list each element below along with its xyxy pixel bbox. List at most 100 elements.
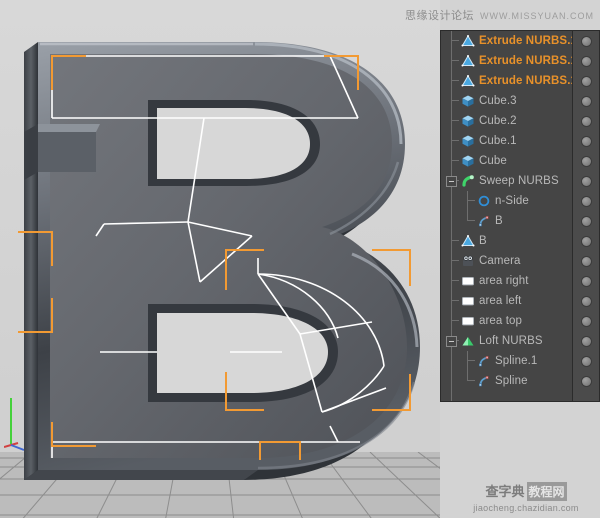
visibility-dot-icon[interactable] xyxy=(582,257,591,266)
object-row-label: n-Side xyxy=(495,195,529,207)
object-row-cube[interactable]: Cube xyxy=(441,151,572,171)
3d-viewport[interactable] xyxy=(0,0,440,518)
visibility-toggle-dot[interactable] xyxy=(573,71,599,91)
object-row-extrude-nurbs-1[interactable]: Extrude NURBS.1 xyxy=(441,31,572,51)
visibility-toggle-dot[interactable] xyxy=(573,91,599,111)
camera-icon xyxy=(461,254,475,268)
object-row-label: Camera xyxy=(479,255,521,267)
visibility-toggle-dot[interactable] xyxy=(573,151,599,171)
visibility-toggle-dot[interactable] xyxy=(573,231,599,251)
area-light-icon xyxy=(461,274,475,288)
visibility-dot-icon[interactable] xyxy=(582,357,591,366)
visibility-toggle-dot[interactable] xyxy=(573,51,599,71)
visibility-dot-icon[interactable] xyxy=(582,77,591,86)
cube-icon xyxy=(461,154,475,168)
object-manager-panel[interactable]: Extrude NURBS.1 Extrude NURBS.1 Extrude NU… xyxy=(440,30,600,402)
object-row-area-left[interactable]: area left xyxy=(441,291,572,311)
object-row-label: Extrude NURBS.1 xyxy=(479,35,572,47)
visibility-dot-icon[interactable] xyxy=(582,277,591,286)
object-row-label: Cube.3 xyxy=(479,95,517,107)
application-window: Extrude NURBS.1 Extrude NURBS.1 Extrude NU… xyxy=(0,0,600,518)
tree-branch-tick xyxy=(451,140,459,141)
visibility-toggle-dot[interactable] xyxy=(573,291,599,311)
watermark-bottom-brand2: 教程网 xyxy=(527,482,567,501)
object-row-label: area top xyxy=(479,315,522,327)
object-row-extrude-nurbs-1[interactable]: Extrude NURBS.1 xyxy=(441,51,572,71)
object-row-label: area left xyxy=(479,295,521,307)
object-row-label: B xyxy=(495,215,503,227)
visibility-dot-icon[interactable] xyxy=(582,297,591,306)
visibility-dot-icon[interactable] xyxy=(582,337,591,346)
letter-b-model[interactable] xyxy=(0,22,440,492)
object-row-label: Sweep NURBS xyxy=(479,175,559,187)
object-tree[interactable]: Extrude NURBS.1 Extrude NURBS.1 Extrude NU… xyxy=(441,31,572,401)
visibility-dot-icon[interactable] xyxy=(582,317,591,326)
spline-icon xyxy=(477,374,491,388)
object-row-spline[interactable]: Spline xyxy=(441,371,572,391)
watermark-bottom: 查字典 教程网 jiaocheng.chazidian.com xyxy=(456,479,596,515)
area-light-icon xyxy=(461,314,475,328)
visibility-toggle-dot[interactable] xyxy=(573,311,599,331)
tree-branch-tick xyxy=(451,40,459,41)
tree-branch-tick xyxy=(451,300,459,301)
visibility-toggle-dot[interactable] xyxy=(573,171,599,191)
tree-branch-tick xyxy=(467,200,475,201)
visibility-dot-icon[interactable] xyxy=(582,237,591,246)
visibility-dot-icon[interactable] xyxy=(582,37,591,46)
object-row-n-side[interactable]: n-Side xyxy=(441,191,572,211)
object-row-b[interactable]: B xyxy=(441,231,572,251)
visibility-dot-icon[interactable] xyxy=(582,137,591,146)
visibility-dot-icon[interactable] xyxy=(582,377,591,386)
object-row-spline-1[interactable]: Spline.1 xyxy=(441,351,572,371)
object-row-loft-nurbs[interactable]: Loft NURBS xyxy=(441,331,572,351)
object-row-area-top[interactable]: area top xyxy=(441,311,572,331)
visibility-dot-icon[interactable] xyxy=(582,57,591,66)
expander-toggle-icon[interactable] xyxy=(446,336,457,347)
spline-icon xyxy=(477,214,491,228)
visibility-toggle-dot[interactable] xyxy=(573,31,599,51)
tree-branch-tick xyxy=(451,100,459,101)
object-row-label: Spline.1 xyxy=(495,355,537,367)
tree-branch-tick xyxy=(451,120,459,121)
visibility-dot-icon[interactable] xyxy=(582,177,591,186)
object-row-label: area right xyxy=(479,275,529,287)
visibility-toggle-dot[interactable] xyxy=(573,131,599,151)
visibility-dot-icon[interactable] xyxy=(582,157,591,166)
extrude-nurbs-icon xyxy=(461,54,475,68)
visibility-toggle-dot[interactable] xyxy=(573,251,599,271)
visibility-toggle-dot[interactable] xyxy=(573,371,599,391)
object-row-cube-3[interactable]: Cube.3 xyxy=(441,91,572,111)
visibility-toggle-dot[interactable] xyxy=(573,271,599,291)
visibility-dot-icon[interactable] xyxy=(582,197,591,206)
visibility-toggle-dot[interactable] xyxy=(573,111,599,131)
object-row-b[interactable]: B xyxy=(441,211,572,231)
tree-branch-tick xyxy=(451,240,459,241)
cube-icon xyxy=(461,114,475,128)
object-row-cube-1[interactable]: Cube.1 xyxy=(441,131,572,151)
object-row-label: Extrude NURBS.1 xyxy=(479,55,572,67)
tree-branch-tick xyxy=(451,260,459,261)
tree-branch-tick xyxy=(451,80,459,81)
tree-branch-tick xyxy=(451,60,459,61)
expander-toggle-icon[interactable] xyxy=(446,176,457,187)
object-row-camera[interactable]: Camera xyxy=(441,251,572,271)
visibility-toggle-dot[interactable] xyxy=(573,191,599,211)
object-row-extrude-nurbs-1[interactable]: Extrude NURBS.1 xyxy=(441,71,572,91)
visibility-toggle-dot[interactable] xyxy=(573,211,599,231)
object-row-cube-2[interactable]: Cube.2 xyxy=(441,111,572,131)
visibility-toggle-dot[interactable] xyxy=(573,331,599,351)
object-row-label: Cube xyxy=(479,155,507,167)
tree-branch-tick xyxy=(451,280,459,281)
visibility-toggle-dot[interactable] xyxy=(573,351,599,371)
visibility-dot-column[interactable] xyxy=(572,31,599,401)
visibility-dot-icon[interactable] xyxy=(582,97,591,106)
object-row-area-right[interactable]: area right xyxy=(441,271,572,291)
object-row-sweep-nurbs[interactable]: Sweep NURBS xyxy=(441,171,572,191)
area-light-icon xyxy=(461,294,475,308)
n-side-icon xyxy=(477,194,491,208)
tree-child-line xyxy=(467,351,468,371)
watermark-top-url: WWW.MISSYUAN.COM xyxy=(480,11,594,21)
visibility-dot-icon[interactable] xyxy=(582,217,591,226)
tree-branch-tick xyxy=(467,380,475,381)
visibility-dot-icon[interactable] xyxy=(582,117,591,126)
